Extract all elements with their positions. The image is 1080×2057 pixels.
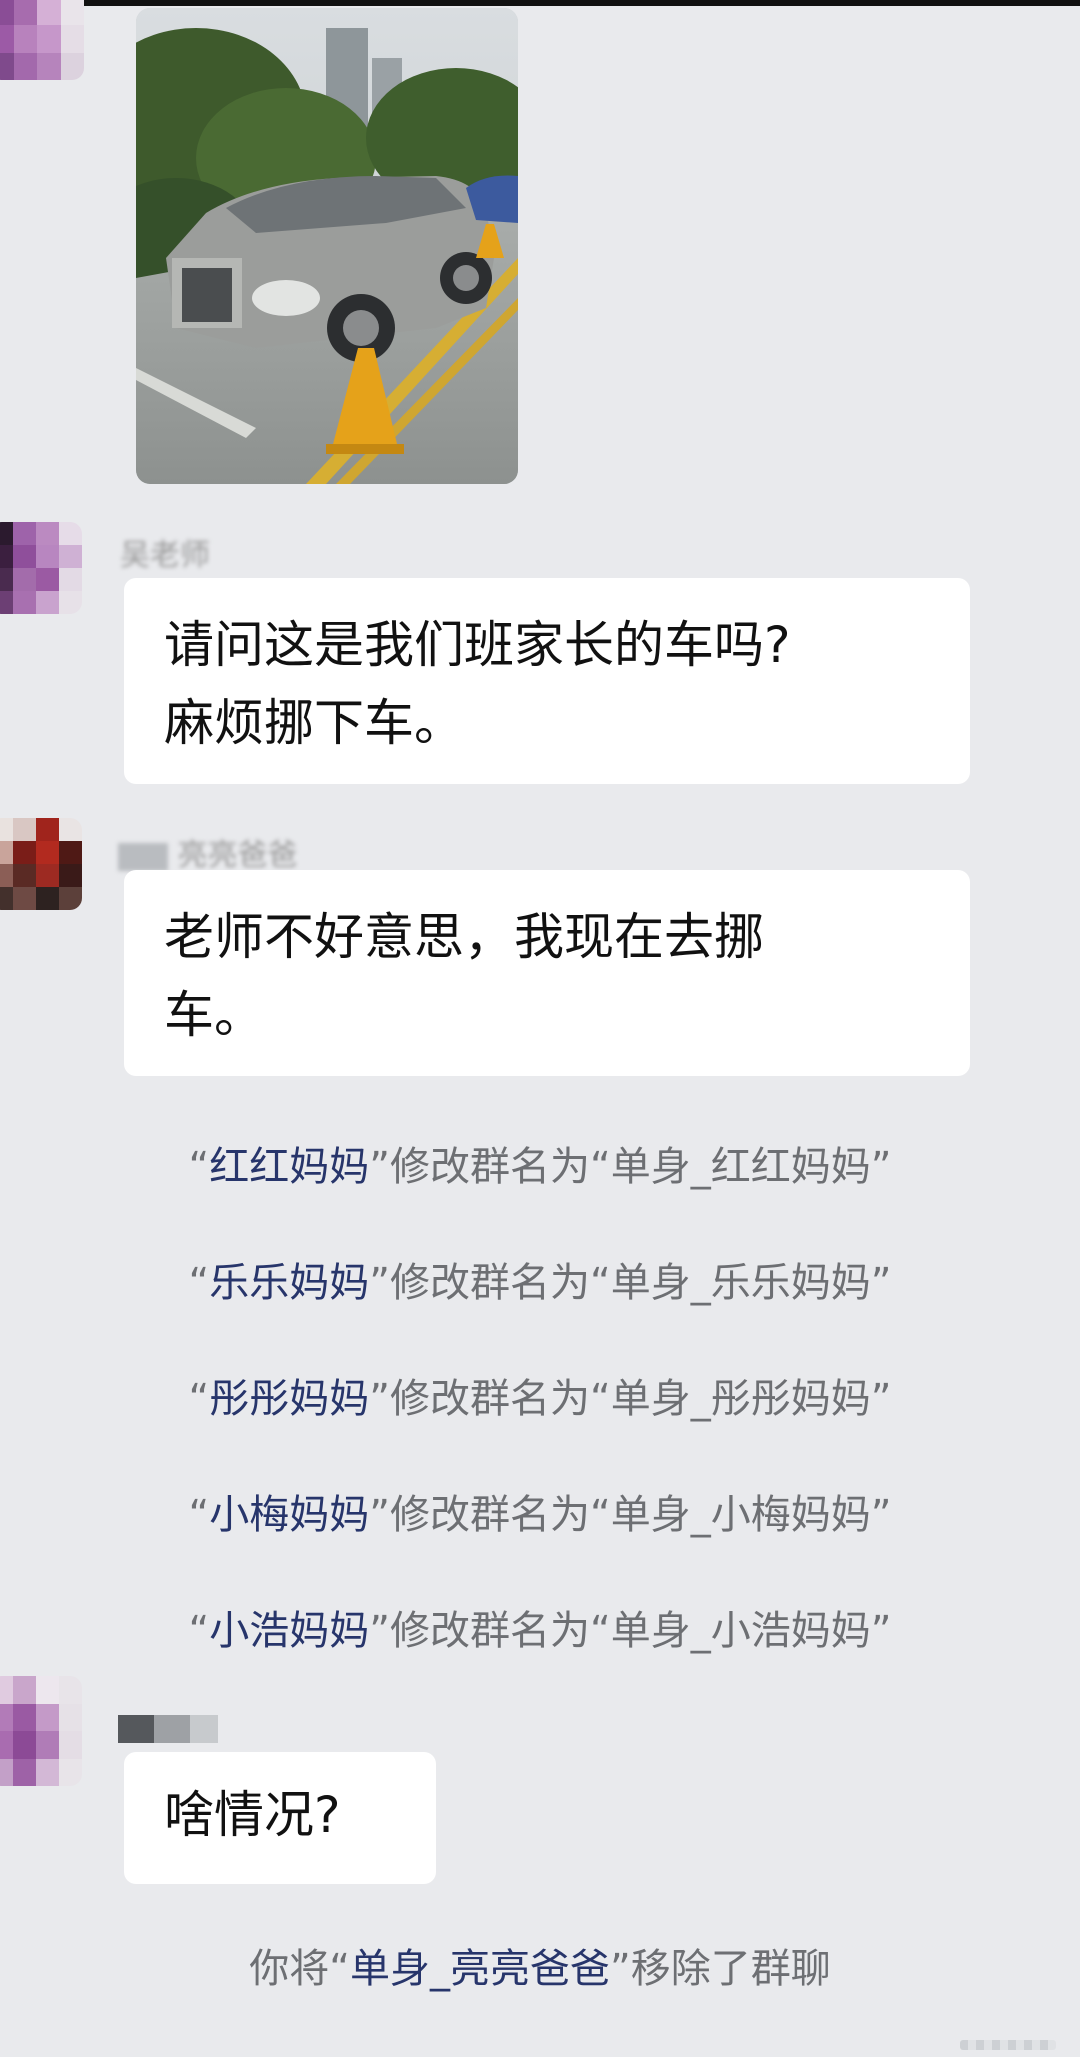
sender-name: 吴老师 [120,538,210,573]
system-notice: “小梅妈妈”修改群名为“单身_小梅妈妈” [188,1492,892,1538]
avatar[interactable] [0,818,82,910]
name-mosaic [190,1714,218,1743]
sender-name: 亮亮爸爸 [118,830,298,873]
removal-notice: 你将“单身_亮亮爸爸”移除了群聊 [249,1946,831,1992]
message-bubble[interactable]: 老师不好意思，我现在去挪 车。 [124,870,970,1076]
message-text: 麻烦挪下车。 [164,694,464,752]
avatar[interactable] [0,0,84,80]
avatar[interactable] [0,1676,82,1786]
name-mosaic [118,842,168,871]
system-notice: “红红妈妈”修改群名为“单身_红红妈妈” [188,1144,892,1190]
message-bubble[interactable]: 啥情况? [124,1752,436,1884]
message-text: 车。 [164,986,264,1044]
system-notice: “彤彤妈妈”修改群名为“单身_彤彤妈妈” [188,1376,892,1422]
system-notice: “乐乐妈妈”修改群名为“单身_乐乐妈妈” [188,1260,892,1306]
car-photo-message[interactable] [136,8,518,484]
name-mosaic [118,1714,154,1743]
name-mosaic [154,1714,190,1743]
message-text: 啥情况? [164,1786,341,1844]
car-photo-image [136,8,518,484]
watermark-strip [960,2040,1056,2050]
top-status-strip [0,0,1080,6]
message-text: 请问这是我们班家长的车吗? [164,616,791,674]
system-notice: “小浩妈妈”修改群名为“单身_小浩妈妈” [188,1608,892,1654]
avatar[interactable] [0,522,82,614]
sender-name [118,1710,218,1744]
message-text: 老师不好意思，我现在去挪 [164,908,764,966]
message-bubble[interactable]: 请问这是我们班家长的车吗? 麻烦挪下车。 [124,578,970,784]
